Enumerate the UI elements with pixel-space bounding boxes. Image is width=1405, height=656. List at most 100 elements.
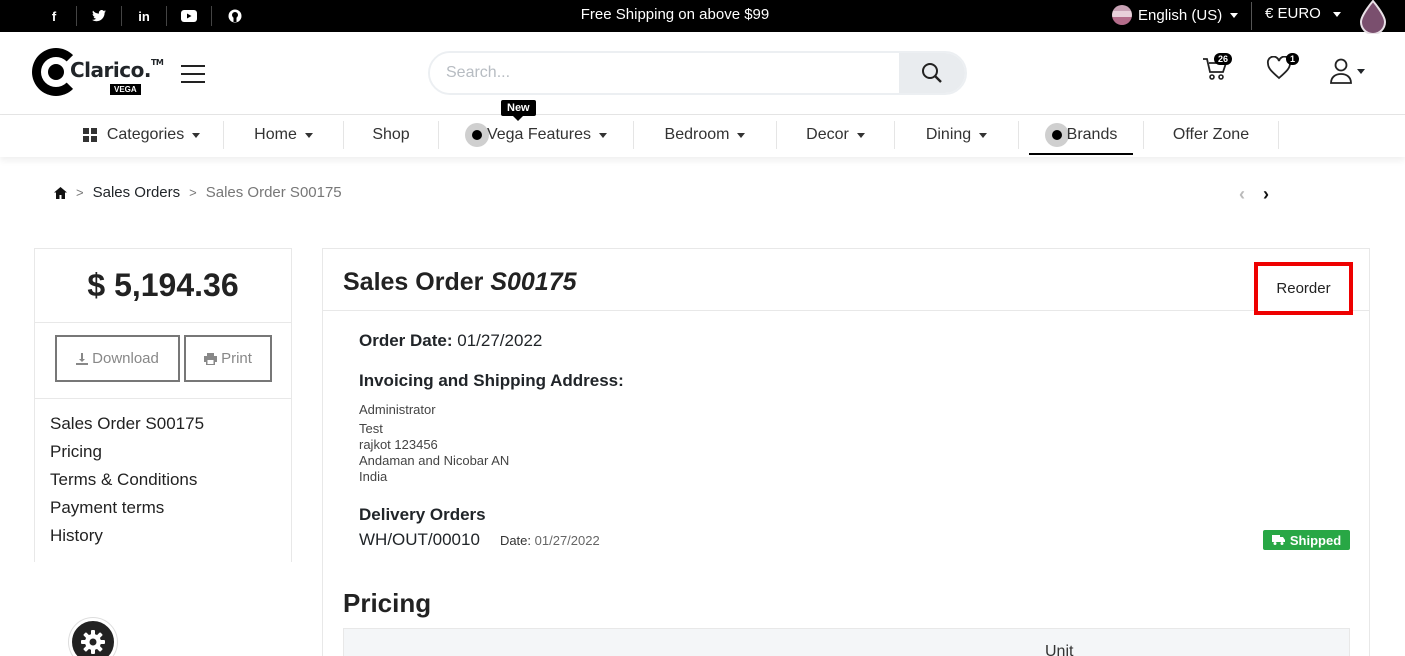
column-header-unit: Unit	[1045, 643, 1074, 656]
order-date-value: 01/27/2022	[457, 331, 543, 350]
order-total: $ 5,194.36	[35, 249, 291, 323]
wishlist-count-badge: 1	[1286, 53, 1300, 65]
menu-icon[interactable]	[181, 65, 205, 83]
logo-text: Clarico.TM	[70, 58, 164, 82]
chevron-down-icon	[304, 132, 313, 138]
breadcrumb-separator: >	[189, 185, 197, 200]
settings-button[interactable]	[69, 618, 117, 656]
wishlist-button[interactable]: 1	[1266, 53, 1300, 85]
main-nav: Categories Home Shop Vega Features Bedro…	[0, 115, 1405, 157]
site-header: Clarico.TM VEGA 26 1	[0, 32, 1405, 115]
delivery-date-value: 01/27/2022	[534, 533, 600, 548]
cart-count-badge: 26	[1214, 53, 1233, 65]
delivery-ref[interactable]: WH/OUT/00010	[359, 530, 480, 550]
breadcrumb: > Sales Orders > Sales Order S00175	[54, 184, 342, 201]
nav-categories[interactable]: Categories	[60, 115, 223, 155]
status-badge: Shipped	[1263, 530, 1350, 550]
truck-icon	[1271, 535, 1285, 545]
chevron-down-icon	[599, 132, 608, 138]
chevron-down-icon	[856, 132, 865, 138]
currency-selector[interactable]: € EURO	[1265, 5, 1342, 22]
nav-label: Categories	[106, 126, 185, 143]
chevron-down-icon	[1333, 11, 1342, 17]
nav-label: Offer Zone	[1172, 126, 1250, 143]
nav-brands[interactable]: Brands	[1019, 115, 1143, 155]
chevron-down-icon	[979, 132, 988, 138]
nav-label: Dining	[925, 126, 972, 143]
top-bar: f in Free Shipping on above $99 English …	[0, 0, 1405, 34]
chevron-right-icon[interactable]: ›	[1263, 184, 1269, 205]
link-sales-order[interactable]: Sales Order S00175	[50, 413, 291, 441]
language-label: English (US)	[1138, 6, 1223, 24]
status-label: Shipped	[1289, 532, 1342, 548]
search-input[interactable]	[430, 53, 900, 93]
breadcrumb-separator: >	[76, 185, 84, 200]
delivery-row: WH/OUT/00010 Date: 01/27/2022	[359, 530, 600, 550]
us-flag-icon	[1112, 5, 1132, 25]
print-label: Print	[221, 350, 252, 367]
currency-label: € EURO	[1265, 5, 1321, 22]
delivery-date-label: Date:	[499, 533, 532, 548]
print-icon	[204, 352, 218, 365]
search-bar	[428, 51, 967, 95]
cart-button[interactable]: 26	[1202, 53, 1233, 87]
dot-icon	[1044, 123, 1069, 147]
search-icon	[922, 63, 942, 83]
chevron-down-icon	[737, 132, 746, 138]
order-sidebar: $ 5,194.36 Download Print Sales Order S0…	[34, 248, 292, 562]
chevron-left-icon[interactable]: ‹	[1239, 184, 1245, 205]
link-history[interactable]: History	[50, 525, 291, 553]
active-underline	[1029, 153, 1133, 155]
chevron-down-icon	[192, 132, 201, 138]
reorder-button[interactable]: Reorder	[1254, 262, 1353, 315]
gear-icon	[81, 630, 105, 654]
print-button[interactable]: Print	[184, 335, 272, 382]
download-button[interactable]: Download	[55, 335, 180, 382]
nav-label: Vega Features	[486, 126, 592, 143]
page-title: Sales Order S00175	[343, 268, 577, 297]
logo[interactable]: Clarico.TM VEGA	[32, 48, 164, 100]
nav-vega-features[interactable]: Vega Features	[439, 115, 633, 155]
nav-dining[interactable]: Dining	[895, 115, 1018, 155]
language-selector[interactable]: English (US)	[1112, 5, 1239, 25]
divider	[1251, 2, 1252, 30]
address-line: India	[359, 469, 388, 484]
nav-label: Bedroom	[664, 126, 730, 143]
new-badge: New	[501, 100, 536, 121]
logo-sub: VEGA	[110, 84, 141, 95]
nav-bedroom[interactable]: Bedroom	[634, 115, 776, 155]
order-date: Order Date: 01/27/2022	[359, 331, 542, 351]
nav-label: Home	[254, 126, 297, 143]
logo-word: Clarico.	[70, 58, 151, 82]
link-terms[interactable]: Terms & Conditions	[50, 469, 291, 497]
address-line: Administrator	[359, 402, 436, 417]
search-button[interactable]	[899, 53, 965, 93]
address-line: rajkot 123456	[359, 437, 438, 452]
user-icon	[1330, 58, 1352, 84]
account-button[interactable]	[1330, 58, 1365, 84]
card-header: Sales Order S00175 Reorder	[323, 249, 1369, 315]
pricing-heading: Pricing	[343, 588, 432, 618]
order-date-label: Order Date:	[359, 331, 453, 350]
nav-label: Decor	[806, 126, 849, 143]
delivery-heading: Delivery Orders	[359, 505, 486, 524]
link-payment-terms[interactable]: Payment terms	[50, 497, 291, 525]
reorder-label: Reorder	[1276, 280, 1331, 297]
download-label: Download	[92, 350, 159, 367]
divider	[1278, 121, 1279, 149]
link-pricing[interactable]: Pricing	[50, 441, 291, 469]
logo-tm: TM	[150, 58, 164, 67]
action-buttons: Download Print	[35, 323, 291, 399]
title-prefix: Sales Order	[343, 268, 484, 296]
nav-home[interactable]: Home	[224, 115, 343, 155]
dot-icon	[464, 123, 489, 147]
nav-offer-zone[interactable]: Offer Zone	[1144, 115, 1278, 155]
download-icon	[76, 352, 89, 365]
home-icon[interactable]	[54, 186, 67, 199]
theme-drop-icon[interactable]	[1358, 0, 1388, 34]
breadcrumb-current: Sales Order S00175	[205, 184, 342, 201]
nav-decor[interactable]: Decor	[777, 115, 894, 155]
order-number: S00175	[490, 268, 577, 296]
breadcrumb-sales-orders[interactable]: Sales Orders	[93, 184, 181, 201]
nav-shop[interactable]: Shop	[344, 115, 438, 155]
